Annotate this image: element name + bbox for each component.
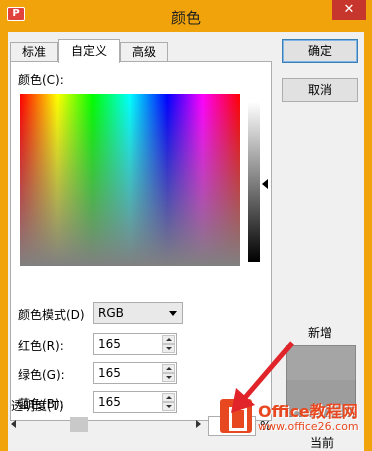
color-spectrum-picker[interactable]	[20, 94, 240, 266]
new-color-label: 新增	[308, 326, 333, 340]
scroll-thumb[interactable]	[70, 417, 88, 432]
color-mode-select[interactable]: RGB	[93, 302, 183, 324]
office-logo-icon	[220, 399, 252, 433]
close-icon: ✕	[343, 2, 355, 17]
green-input[interactable]: 165	[93, 362, 177, 384]
scroll-right-icon[interactable]	[196, 420, 201, 428]
tab-advanced[interactable]: 高级	[120, 42, 168, 62]
close-button[interactable]: ✕	[332, 0, 366, 20]
blue-value: 165	[98, 395, 121, 409]
cancel-button[interactable]: 取消	[282, 78, 358, 102]
ok-button[interactable]: 确定	[282, 39, 358, 63]
green-value: 165	[98, 366, 121, 380]
scroll-left-icon[interactable]	[11, 420, 16, 428]
dialog-body: 标准 自定义 高级 颜色(C): 颜色模式(D) RGB 红色(R): 165 …	[8, 32, 364, 451]
tab-custom[interactable]: 自定义	[58, 39, 120, 63]
red-value: 165	[98, 337, 121, 351]
green-decrement-button[interactable]	[162, 373, 175, 382]
watermark: Office教程网 www.office26.com	[210, 392, 370, 442]
title-bar: P 颜色 ✕	[0, 0, 372, 32]
chevron-down-icon	[169, 311, 177, 316]
watermark-url: www.office26.com	[258, 420, 359, 433]
watermark-title: Office教程网	[258, 402, 358, 421]
blue-decrement-button[interactable]	[162, 402, 175, 411]
red-label: 红色(R):	[18, 339, 64, 353]
custom-tab-panel: 颜色(C): 颜色模式(D) RGB 红色(R): 165 绿色(G): 165…	[10, 61, 272, 421]
color-mode-label: 颜色模式(D)	[18, 308, 85, 322]
green-increment-button[interactable]	[162, 364, 175, 373]
red-input[interactable]: 165	[93, 333, 177, 355]
transparency-label: 透明度(T)	[11, 399, 64, 413]
window-title: 颜色	[170, 9, 201, 27]
luminance-pointer-icon[interactable]	[262, 179, 268, 189]
luminance-slider[interactable]	[248, 102, 260, 262]
blue-increment-button[interactable]	[162, 393, 175, 402]
green-label: 绿色(G):	[18, 368, 65, 382]
transparency-scrollbar[interactable]	[11, 416, 201, 436]
color-mode-value: RGB	[98, 306, 124, 320]
tab-standard[interactable]: 标准	[10, 42, 58, 62]
new-color-swatch	[286, 345, 356, 380]
red-increment-button[interactable]	[162, 335, 175, 344]
blue-input[interactable]: 165	[93, 391, 177, 413]
color-label: 颜色(C):	[18, 73, 64, 87]
red-decrement-button[interactable]	[162, 344, 175, 353]
